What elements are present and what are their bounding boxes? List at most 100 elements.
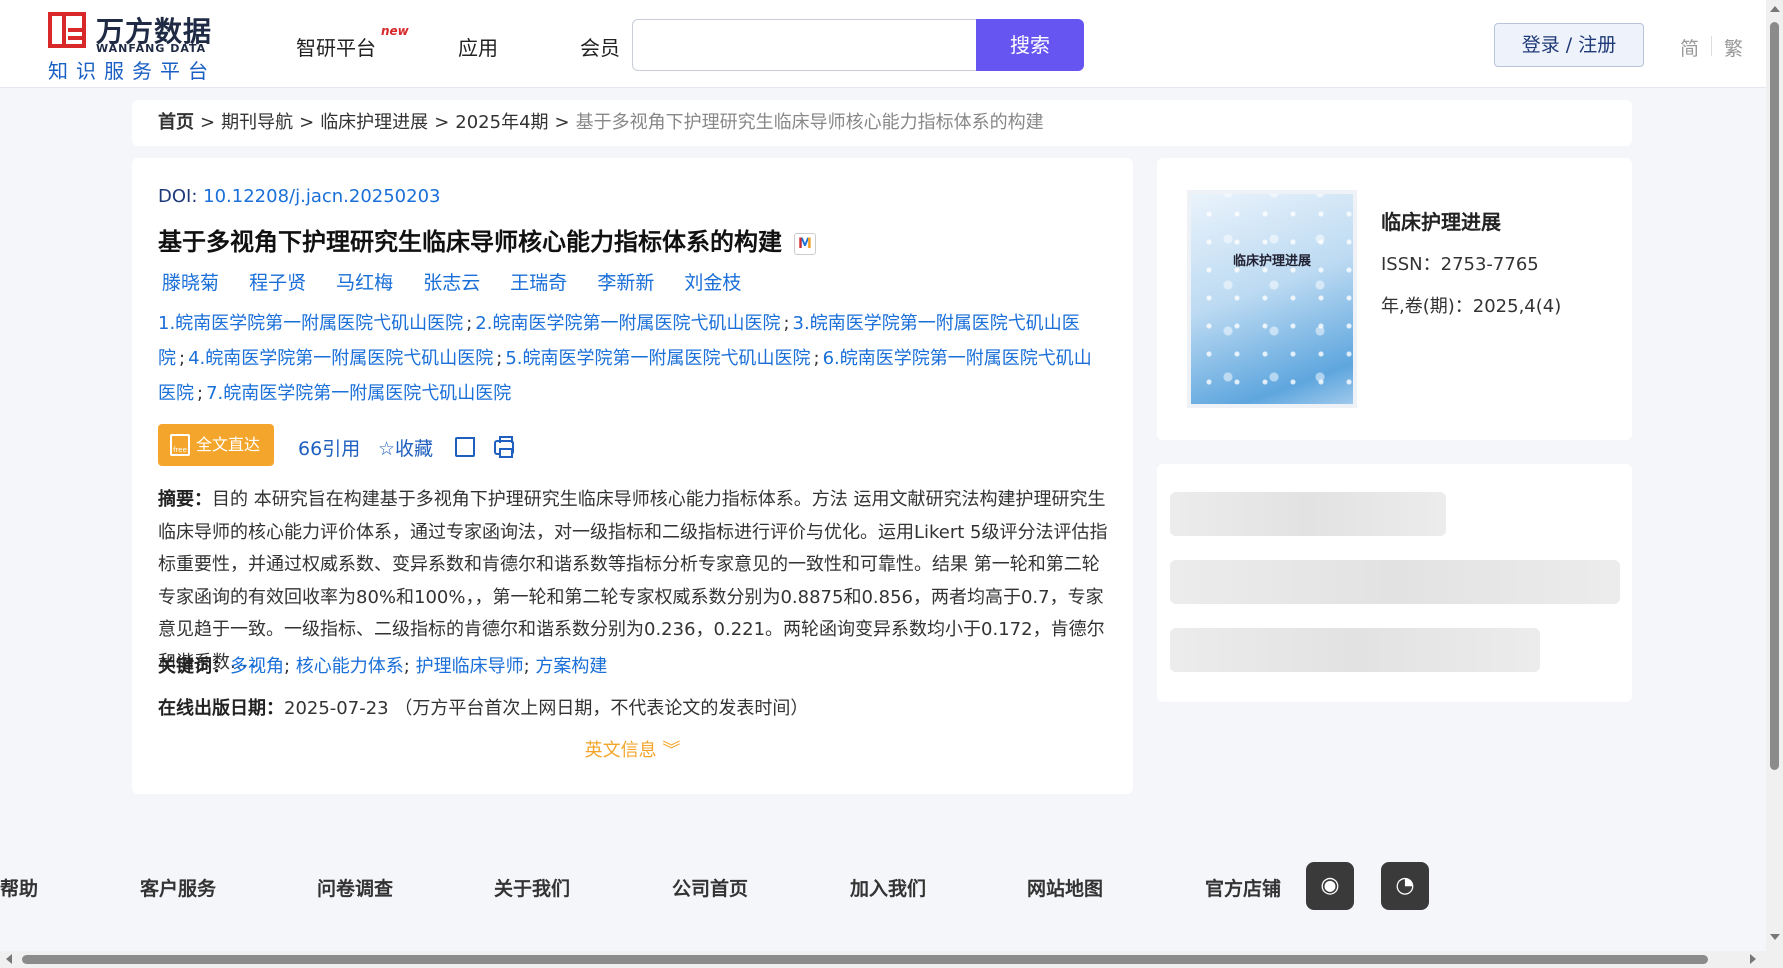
author-link[interactable]: 程子贤 xyxy=(249,272,306,294)
wanfang-logo-mark-icon xyxy=(48,12,86,48)
breadcrumb-separator: > xyxy=(299,112,315,133)
author-link[interactable]: 张志云 xyxy=(423,272,480,294)
star-icon: ☆ xyxy=(378,438,396,460)
author-list: 滕晓菊 程子贤 马红梅 张志云 王瑞奇 李新新 刘金枝 xyxy=(162,268,765,295)
article-title-text: 基于多视角下护理研究生临床导师核心能力指标体系的构建 xyxy=(158,228,782,256)
journal-cover[interactable]: 临床护理进展 xyxy=(1191,194,1353,404)
breadcrumb-separator: > xyxy=(200,112,216,133)
keyword-link[interactable]: 多视角 xyxy=(230,656,284,677)
breadcrumb-home[interactable]: 首页 xyxy=(158,112,194,133)
abstract-text: 目的 本研究旨在构建基于多视角下护理研究生临床导师核心能力指标体系。方法 运用文… xyxy=(158,489,1108,673)
skeleton-line xyxy=(1170,628,1540,672)
lang-traditional[interactable]: 繁 xyxy=(1724,34,1743,61)
article-card: DOI: 10.12208/j.jacn.20250203 基于多视角下护理研究… xyxy=(132,158,1133,794)
journal-volume: 年,卷(期)：2025,4(4) xyxy=(1381,296,1562,317)
vertical-scroll-thumb[interactable] xyxy=(1770,22,1779,770)
vertical-scrollbar[interactable] xyxy=(1766,0,1783,968)
favorite-button[interactable]: ☆收藏 xyxy=(378,434,433,461)
footer-about-us[interactable]: 关于我们 xyxy=(494,874,570,901)
nav-new-badge: new xyxy=(381,24,409,38)
affiliation-list: 1.皖南医学院第一附属医院弋矶山医院; 2.皖南医学院第一附属医院弋矶山医院; 3.… xyxy=(158,313,1092,404)
author-link[interactable]: 刘金枝 xyxy=(684,272,741,294)
search-input[interactable] xyxy=(632,19,978,71)
breadcrumb-issue[interactable]: 2025年4期 xyxy=(455,112,548,133)
keyword-link[interactable]: 核心能力体系 xyxy=(296,656,404,677)
affiliation-link[interactable]: 7.皖南医学院第一附属医院弋矶山医院 xyxy=(206,383,511,404)
doi-label: DOI: xyxy=(158,186,198,207)
doi-line: DOI: 10.12208/j.jacn.20250203 xyxy=(158,186,441,207)
author-link[interactable]: 王瑞奇 xyxy=(510,272,567,294)
footer-customer-service[interactable]: 客户服务 xyxy=(140,874,216,901)
scroll-down-arrow-icon[interactable] xyxy=(1770,934,1780,940)
weibo-icon[interactable]: ◉ xyxy=(1306,862,1354,910)
horizontal-scroll-thumb[interactable] xyxy=(22,955,1708,964)
publish-date-note: （万方平台首次上网日期，不代表论文的发表时间） xyxy=(394,698,809,719)
journal-name[interactable]: 临床护理进展 xyxy=(1381,206,1501,235)
cite-label: 引用 xyxy=(322,438,361,460)
footer-survey[interactable]: 问卷调查 xyxy=(317,874,393,901)
nav-zhiyan-platform[interactable]: 智研平台 xyxy=(296,32,376,61)
author-link[interactable]: 马红梅 xyxy=(336,272,393,294)
author-link[interactable]: 滕晓菊 xyxy=(162,272,219,294)
breadcrumb-journal-nav[interactable]: 期刊导航 xyxy=(221,112,293,133)
lang-simplified[interactable]: 简 xyxy=(1680,34,1699,61)
footer-company-home[interactable]: 公司首页 xyxy=(672,874,748,901)
breadcrumb-journal[interactable]: 临床护理进展 xyxy=(320,112,428,133)
loading-placeholder-card xyxy=(1157,464,1632,702)
lang-divider xyxy=(1711,36,1712,56)
header: 万方数据 WANFANG DATA 知识服务平台 智研平台 new 应用 会员 … xyxy=(0,0,1766,88)
keywords: 关键词：多视角; 核心能力体系; 护理临床导师; 方案构建 xyxy=(158,656,608,677)
author-link[interactable]: 李新新 xyxy=(597,272,654,294)
keyword-link[interactable]: 护理临床导师 xyxy=(416,656,524,677)
breadcrumb-separator: > xyxy=(554,112,570,133)
abstract-label: 摘要： xyxy=(158,489,212,510)
keywords-label: 关键词： xyxy=(158,656,230,677)
abstract: 摘要：目的 本研究旨在构建基于多视角下护理研究生临床导师核心能力指标体系。方法 … xyxy=(158,484,1108,679)
affiliation-link[interactable]: 1.皖南医学院第一附属医院弋矶山医院 xyxy=(158,313,463,334)
scroll-right-arrow-icon[interactable] xyxy=(1750,954,1756,964)
wanfang-logo[interactable]: 万方数据 WANFANG DATA 知识服务平台 xyxy=(48,10,218,83)
wechat-icon[interactable]: ◔ xyxy=(1381,862,1429,910)
english-info-toggle[interactable]: 英文信息 ︾ xyxy=(132,736,1133,762)
logo-subtitle: 知识服务平台 xyxy=(48,59,216,83)
login-register-button[interactable]: 登录 / 注册 xyxy=(1494,23,1644,67)
journal-card: 临床护理进展 临床护理进展 ISSN：2753-7765 年,卷(期)：2025… xyxy=(1157,158,1632,440)
cover-pattern xyxy=(1191,194,1353,404)
cite-button[interactable]: 66引用 xyxy=(298,434,360,461)
article-title: 基于多视角下护理研究生临床导师核心能力指标体系的构建 M xyxy=(158,222,816,257)
scroll-up-arrow-icon[interactable] xyxy=(1770,6,1780,12)
scroll-left-arrow-icon[interactable] xyxy=(6,954,12,964)
share-icon[interactable] xyxy=(455,437,475,457)
nav-membership[interactable]: 会员 xyxy=(580,32,620,61)
keyword-link[interactable]: 方案构建 xyxy=(535,656,607,677)
horizontal-scrollbar[interactable] xyxy=(0,951,1766,968)
journal-issn: ISSN：2753-7765 xyxy=(1381,254,1539,275)
search-button[interactable]: 搜索 xyxy=(976,19,1084,71)
footer-sitemap[interactable]: 网站地图 xyxy=(1027,874,1103,901)
affiliation-link[interactable]: 4.皖南医学院第一附属医院弋矶山医院 xyxy=(188,348,493,369)
doi-link[interactable]: 10.12208/j.jacn.20250203 xyxy=(203,186,440,207)
footer-official-store[interactable]: 官方店铺 xyxy=(1205,874,1281,901)
free-document-icon: free xyxy=(170,434,190,456)
fulltext-label: 全文直达 xyxy=(196,435,261,454)
affiliation-link[interactable]: 2.皖南医学院第一附属医院弋矶山医院 xyxy=(475,313,780,334)
breadcrumb-current: 基于多视角下护理研究生临床导师核心能力指标体系的构建 xyxy=(575,112,1044,133)
skeleton-line xyxy=(1170,492,1446,536)
footer-help[interactable]: 帮助 xyxy=(0,874,38,901)
print-icon[interactable] xyxy=(494,436,514,458)
publish-date: 在线出版日期：2025-07-23 （万方平台首次上网日期，不代表论文的发表时间… xyxy=(158,694,808,720)
affiliation-link[interactable]: 5.皖南医学院第一附属医院弋矶山医院 xyxy=(505,348,810,369)
footer-join-us[interactable]: 加入我们 xyxy=(850,874,926,901)
publish-date-value: 2025-07-23 xyxy=(284,698,389,719)
fulltext-button[interactable]: free 全文直达 xyxy=(158,424,274,466)
publish-date-label: 在线出版日期： xyxy=(158,698,284,719)
favorite-label: 收藏 xyxy=(395,438,434,460)
breadcrumb-separator: > xyxy=(434,112,450,133)
skeleton-line xyxy=(1170,560,1620,604)
breadcrumb: 首页 > 期刊导航 > 临床护理进展 >2025年4期 > 基于多视角下护理研究生临床导师核心… xyxy=(132,100,1632,146)
multi-color-m-icon[interactable]: M xyxy=(794,233,816,255)
logo-english-text: WANFANG DATA xyxy=(96,42,207,55)
english-info-label: 英文信息 xyxy=(584,740,657,761)
cover-title: 临床护理进展 xyxy=(1232,254,1311,269)
nav-apps[interactable]: 应用 xyxy=(458,32,498,61)
